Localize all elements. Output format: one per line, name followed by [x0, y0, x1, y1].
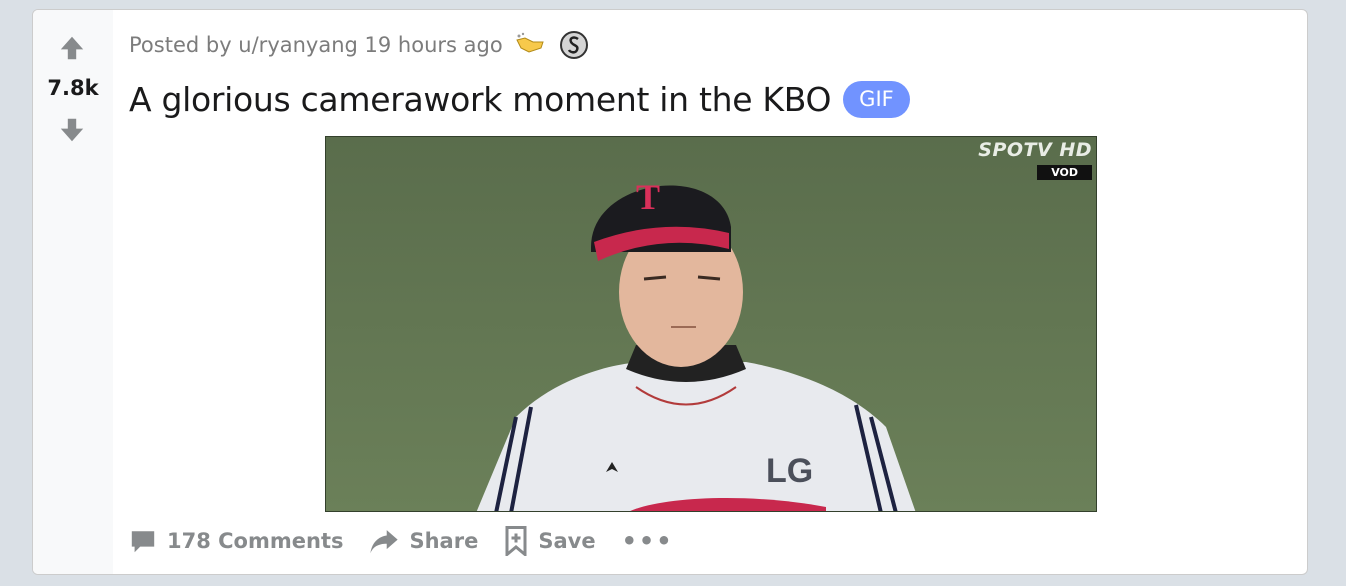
post-action-bar: 178 Comments Share Save •••: [129, 526, 674, 556]
post-card[interactable]: 7.8k Posted by u/ryanyang 19 hours ago A…: [32, 9, 1308, 575]
comment-icon: [131, 531, 155, 553]
save-button[interactable]: Save: [504, 526, 596, 556]
post-meta: Posted by u/ryanyang 19 hours ago: [129, 28, 591, 62]
comments-label: 178 Comments: [167, 529, 344, 553]
post-content: Posted by u/ryanyang 19 hours ago A glor…: [129, 10, 1307, 574]
post-title[interactable]: A glorious camerawork moment in the KBO: [129, 80, 831, 119]
posted-by-text[interactable]: Posted by u/ryanyang 19 hours ago: [129, 33, 503, 57]
save-label: Save: [538, 529, 596, 553]
watermark-vod-badge: VOD: [1037, 165, 1092, 180]
more-options-icon: •••: [621, 527, 674, 555]
share-button[interactable]: Share: [369, 527, 478, 555]
upvote-icon: [60, 36, 84, 60]
share-label: Share: [409, 529, 479, 553]
more-options-button[interactable]: •••: [622, 527, 674, 555]
bookmark-icon: [505, 526, 527, 556]
watermark-logo: SPOTV HD: [978, 139, 1092, 161]
silver-award-icon[interactable]: [557, 28, 591, 62]
comments-button[interactable]: 178 Comments: [129, 527, 343, 555]
title-row: A glorious camerawork moment in the KBO …: [129, 80, 910, 119]
broadcast-watermark: SPOTV HD VOD: [978, 139, 1092, 180]
downvote-button[interactable]: [56, 114, 88, 146]
upvote-button[interactable]: [56, 32, 88, 64]
baseball-player-image: T LG: [326, 137, 1096, 511]
share-icon: [370, 530, 399, 554]
svg-text:T: T: [636, 177, 660, 217]
helping-hand-award-icon[interactable]: [513, 28, 547, 62]
post-media-gif[interactable]: T LG SPOTV HD VOD: [325, 136, 1097, 512]
flair-badge[interactable]: GIF: [843, 81, 910, 118]
downvote-icon: [60, 118, 84, 142]
vote-score: 7.8k: [47, 76, 99, 100]
vote-rail: 7.8k: [33, 10, 113, 574]
svg-text:LG: LG: [766, 452, 813, 490]
